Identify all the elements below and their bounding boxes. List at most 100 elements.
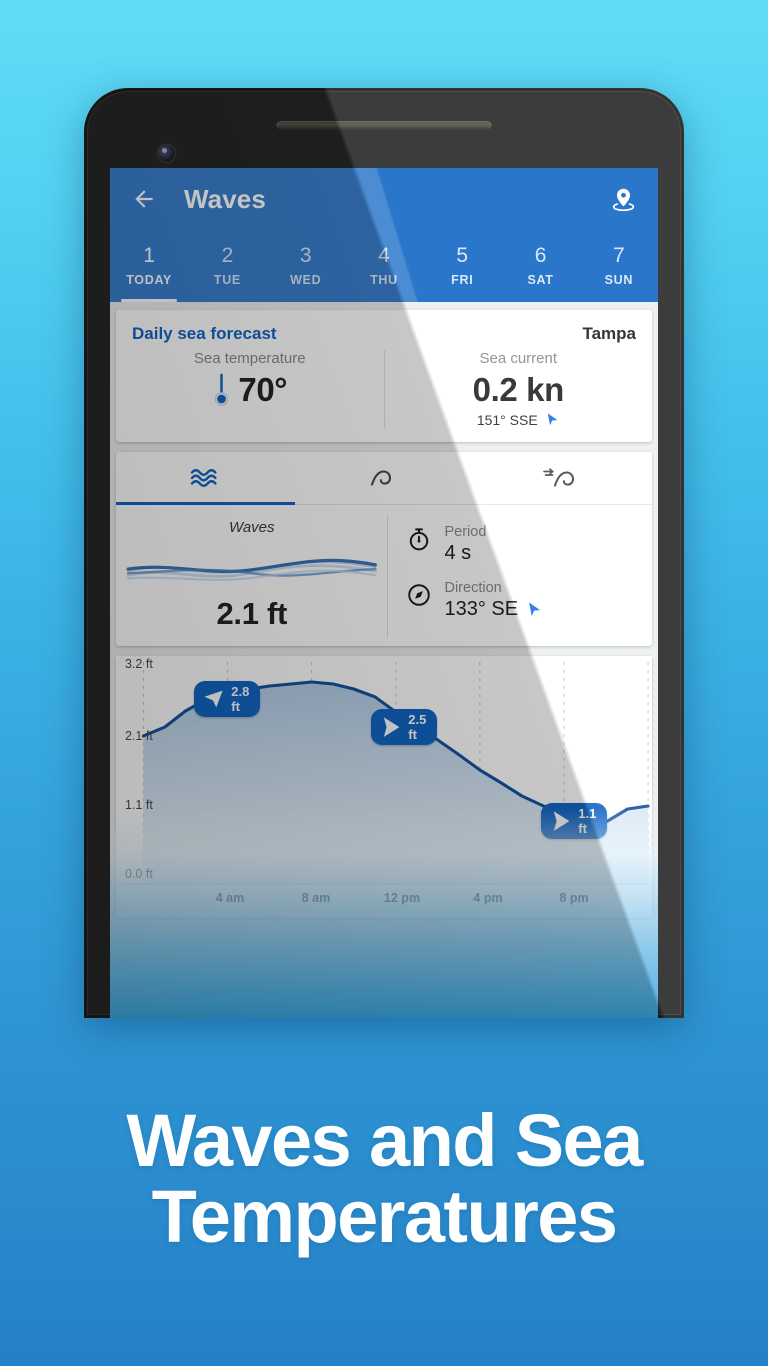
forecast-card-header: Daily sea forecast Tampa	[116, 310, 652, 348]
wind-wave-icon	[542, 468, 574, 487]
day-number: 6	[534, 244, 547, 268]
earpiece-speaker	[276, 121, 492, 130]
day-tabs: 1 TODAY 2 TUE 3 WED 4 THU 5 FRI 6 SAT 7 …	[110, 230, 658, 302]
app-bar: Waves 1 TODAY 2 TUE 3 WED 4 THU 5 FRI 6 …	[110, 168, 658, 302]
sea-temperature-value-row: 70°	[212, 371, 287, 409]
wave-height-chart-card: 3.2 ft 2.1 ft 1.1 ft 0.0 ft 4 am 8 am 12…	[116, 655, 652, 918]
day-number: 7	[612, 244, 625, 268]
waves-summary-title: Waves	[228, 518, 275, 536]
chart-ytick-2: 2.1 ft	[125, 728, 153, 743]
day-name: SAT	[527, 272, 554, 287]
day-name: FRI	[451, 272, 474, 287]
sea-current-block: Sea current 0.2 kn 151° SSE	[383, 350, 653, 428]
period-value: 4 s	[444, 542, 472, 565]
back-button[interactable]	[124, 179, 164, 219]
sea-temperature-value: 70°	[238, 371, 288, 408]
wave-sparkline	[126, 558, 378, 581]
chart-label-text-2: 1.1 ft	[578, 805, 597, 836]
location-name: Tampa	[582, 324, 636, 343]
wave-type-tabs	[116, 452, 652, 505]
chart-xtick-0: 4 am	[215, 890, 245, 905]
chart-xtick-1: 8 am	[301, 890, 331, 905]
chart-ytick-1: 1.1 ft	[125, 797, 153, 812]
phone-mockup: Waves 1 TODAY 2 TUE 3 WED 4 THU 5 FRI 6 …	[84, 88, 684, 1018]
chart-xtick-4: 8 pm	[559, 890, 589, 905]
day-tab-5[interactable]: 6 SAT	[501, 230, 579, 302]
day-tab-1[interactable]: 2 TUE	[188, 230, 266, 302]
arrow-up-left-icon	[204, 690, 223, 708]
wave-height-value: 2.1 ft	[216, 595, 288, 631]
day-tab-3[interactable]: 4 THU	[345, 230, 423, 302]
sea-current-value-row: 0.2 kn	[472, 371, 565, 409]
day-name: SUN	[604, 272, 634, 287]
day-tab-0[interactable]: 1 TODAY	[110, 230, 188, 302]
chart-label-pill-0: 2.8 ft	[194, 680, 261, 717]
arrow-right-icon	[383, 717, 400, 737]
chart-label-text-1: 2.5 ft	[408, 711, 427, 742]
swell-wave-icon	[370, 470, 392, 486]
chart-ytick-0: 0.0 ft	[125, 866, 153, 881]
chart-label-pill-1: 2.5 ft	[371, 708, 438, 745]
period-label: Period	[444, 523, 487, 540]
phone-screen: Waves 1 TODAY 2 TUE 3 WED 4 THU 5 FRI 6 …	[110, 168, 658, 1018]
sea-current-value: 0.2 kn	[472, 371, 565, 408]
stopwatch-icon	[410, 528, 429, 551]
promo-headline: Waves and Sea Temperatures	[0, 1099, 768, 1258]
day-tab-4[interactable]: 5 FRI	[423, 230, 501, 302]
sea-temperature-block: Sea temperature 70°	[116, 350, 384, 428]
thermometer-icon	[215, 373, 229, 406]
chart-xtick-3: 4 pm	[473, 890, 503, 905]
tab-swell[interactable]	[295, 452, 474, 504]
tab-waves[interactable]	[116, 452, 295, 505]
day-tab-2[interactable]: 3 WED	[267, 230, 345, 302]
day-name: WED	[290, 272, 322, 287]
direction-text-group: Direction 133° SE	[444, 579, 543, 621]
chart-xtick-2: 12 pm	[383, 890, 421, 905]
location-button[interactable]	[602, 178, 644, 220]
direction-arrow-icon	[529, 602, 541, 617]
day-number: 5	[456, 244, 469, 268]
direction-value-row: 133° SE	[444, 598, 543, 621]
waves-metrics-block: Period 4 s Direction 133° SE	[387, 514, 652, 638]
sea-current-direction: 151° SSE	[476, 411, 538, 428]
day-number: 4	[378, 244, 390, 268]
waves-summary-block: Waves 2.1 ft	[116, 515, 387, 638]
direction-label: Direction	[444, 580, 502, 597]
forecast-card-body: Sea temperature 70° Sea current 0.2 kn 1…	[116, 348, 652, 442]
tab-wind-wave[interactable]	[473, 452, 652, 504]
day-number: 3	[299, 244, 312, 268]
direction-row: Direction 133° SE	[406, 579, 646, 621]
sea-temperature-label: Sea temperature	[193, 350, 306, 367]
day-number: 1	[143, 244, 155, 268]
waves-icon	[191, 468, 217, 487]
cards-container: Daily sea forecast Tampa Sea temperature	[110, 302, 658, 918]
day-name: TODAY	[126, 272, 173, 287]
daily-sea-forecast-card: Daily sea forecast Tampa Sea temperature	[116, 310, 652, 442]
headline-line-2: Temperatures	[151, 1174, 618, 1258]
day-tab-6[interactable]: 7 SUN	[580, 230, 658, 302]
sea-current-label: Sea current	[479, 350, 558, 367]
direction-value: 133° SE	[444, 598, 519, 621]
day-name: TUE	[213, 272, 241, 287]
direction-arrow-icon	[547, 413, 558, 426]
app-bar-top-row: Waves	[110, 168, 658, 230]
compass-icon	[408, 584, 431, 606]
arrow-right-icon	[553, 811, 570, 831]
chart-label-text-0: 2.8 ft	[231, 683, 250, 714]
waves-card-body: Waves 2.1 ft Period 4 s Direction 133° S…	[116, 505, 652, 646]
day-name: THU	[370, 272, 398, 287]
location-pin-icon	[612, 188, 634, 211]
page-title: Waves	[184, 183, 266, 214]
day-number: 2	[221, 244, 234, 268]
chart-label-pill-2: 1.1 ft	[541, 802, 608, 839]
headline-line-1: Waves and Sea	[126, 1099, 643, 1182]
forecast-title: Daily sea forecast	[132, 324, 277, 343]
waves-detail-card: Waves 2.1 ft Period 4 s Direction 133° S…	[116, 451, 652, 646]
period-row: Period 4 s	[406, 523, 646, 565]
wave-height-chart[interactable]: 3.2 ft 2.1 ft 1.1 ft 0.0 ft 4 am 8 am 12…	[116, 655, 652, 918]
period-text-group: Period 4 s	[444, 523, 486, 565]
sea-current-direction-row: 151° SSE	[477, 412, 560, 428]
arrow-left-icon	[135, 190, 153, 208]
front-camera	[158, 145, 175, 162]
chart-ytick-3: 3.2 ft	[125, 656, 153, 671]
